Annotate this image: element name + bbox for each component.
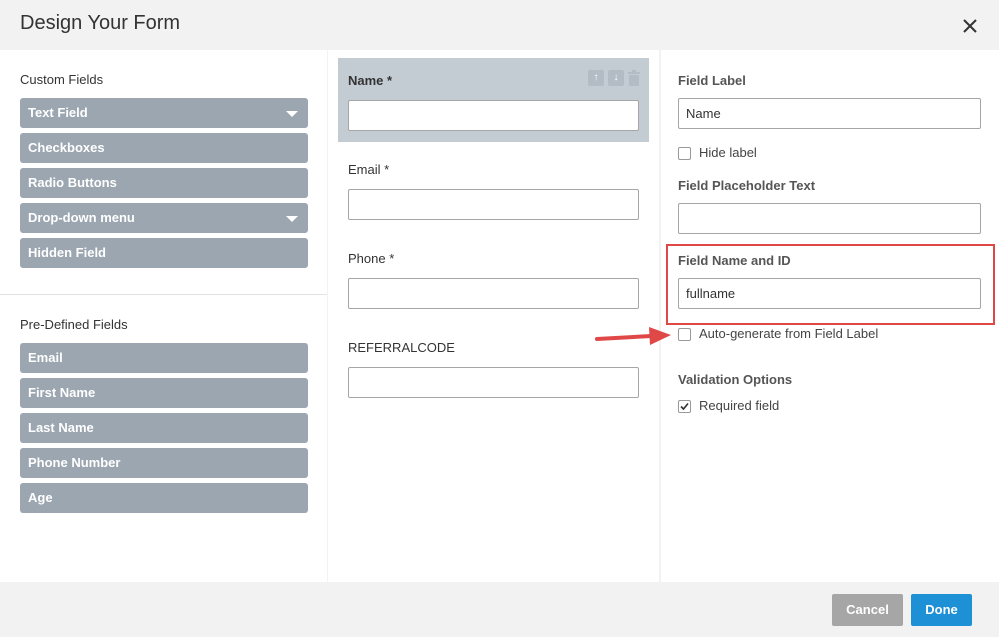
form-canvas-panel: Name * ↑ ↓ Email * Phone * REFERRALCODE (328, 50, 659, 582)
predefined-field-age[interactable]: Age (20, 483, 308, 513)
field-label-heading: Field Label (678, 73, 746, 88)
custom-field-hidden-field[interactable]: Hidden Field (20, 238, 308, 268)
form-field-label-phone: Phone * (348, 251, 395, 266)
move-up-icon[interactable]: ↑ (588, 70, 604, 86)
trash-icon[interactable] (627, 70, 641, 86)
close-icon[interactable] (957, 13, 983, 39)
form-field-phone-input[interactable] (348, 278, 639, 309)
move-down-icon[interactable]: ↓ (608, 70, 624, 86)
form-field-label-name: Name * (348, 73, 393, 88)
form-field-referralcode-input[interactable] (348, 367, 639, 398)
field-label-input[interactable] (678, 98, 981, 129)
predefined-field-phone-number[interactable]: Phone Number (20, 448, 308, 478)
custom-field-dropdown-menu[interactable]: Drop-down menu (20, 203, 308, 233)
checkbox-unchecked[interactable] (678, 147, 691, 160)
custom-field-text-field[interactable]: Text Field (20, 98, 308, 128)
caret-down-icon (286, 111, 298, 117)
placeholder-heading: Field Placeholder Text (678, 178, 816, 193)
form-field-name-input[interactable] (348, 100, 639, 131)
form-field-email-input[interactable] (348, 189, 639, 220)
custom-field-radio-buttons[interactable]: Radio Buttons (20, 168, 308, 198)
red-arrow-icon (595, 327, 671, 345)
validation-options-heading: Validation Options (678, 372, 793, 387)
checkbox-unchecked[interactable] (678, 328, 691, 341)
predefined-field-last-name[interactable]: Last Name (20, 413, 308, 443)
highlight-box (666, 244, 995, 325)
checkbox-checked[interactable] (678, 400, 691, 413)
checkmark-icon (680, 402, 689, 411)
form-field-label-referralcode: REFERRALCODE (348, 340, 455, 355)
field-palette-panel: Custom Fields Text Field Checkboxes Radi… (0, 50, 327, 582)
predefined-field-email[interactable]: Email (20, 343, 308, 373)
dialog-title: Design Your Form (20, 12, 181, 34)
dialog-header: Design Your Form (0, 0, 999, 50)
cancel-button[interactable]: Cancel (832, 594, 903, 626)
panel-divider (0, 294, 327, 295)
custom-field-checkboxes[interactable]: Checkboxes (20, 133, 308, 163)
caret-down-icon (286, 216, 298, 222)
predefined-field-first-name[interactable]: First Name (20, 378, 308, 408)
predefined-fields-heading: Pre-Defined Fields (20, 317, 128, 332)
custom-fields-heading: Custom Fields (20, 72, 104, 87)
dialog-footer: Cancel Done (0, 582, 999, 637)
form-field-label-email: Email * (348, 162, 390, 177)
done-button[interactable]: Done (911, 594, 972, 626)
placeholder-input[interactable] (678, 203, 981, 234)
